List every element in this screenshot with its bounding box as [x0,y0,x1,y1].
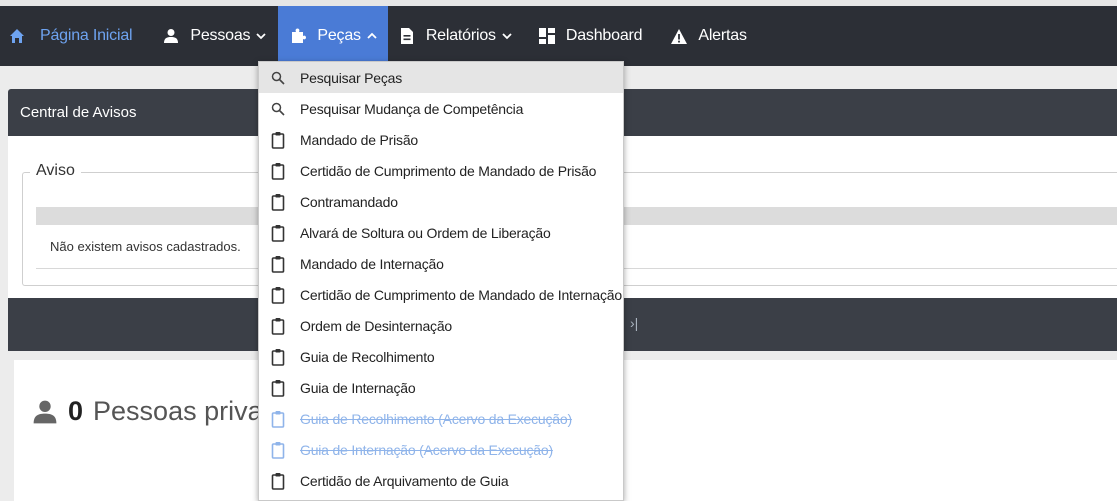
menu-item-label: Guia de Recolhimento [300,348,435,365]
empty-message: Não existem avisos cadastrados. [50,239,241,254]
menu-item-label: Certidão de Arquivamento de Guia [300,472,509,489]
clipboard-icon [269,286,287,304]
warning-icon [670,27,688,45]
dashboard-icon [538,27,556,45]
puzzle-icon [289,27,307,45]
pecas-dropdown-menu: Pesquisar Peças Pesquisar Mudança de Com… [258,61,624,501]
menu-item-ordem-desinternacao[interactable]: Ordem de Desinternação [259,310,623,341]
nav-home[interactable]: Página Inicial [0,6,140,66]
menu-item-pesquisar-pecas[interactable]: Pesquisar Peças [259,62,623,93]
clipboard-icon [269,131,287,149]
menu-item-certidao-arquivamento[interactable]: Certidão de Arquivamento de Guia [259,465,623,496]
home-icon [8,27,26,45]
main-navbar: Página Inicial Pessoas Peças Relatórios … [0,6,1117,66]
nav-home-label: Página Inicial [40,27,133,44]
clipboard-icon [269,193,287,211]
nav-pessoas[interactable]: Pessoas [154,6,274,66]
menu-item-guia-recolhimento-acervo: Guia de Recolhimento (Acervo da Execução… [259,403,623,434]
chevron-up-icon [367,32,377,40]
menu-item-pesquisar-mudanca[interactable]: Pesquisar Mudança de Competência [259,93,623,124]
menu-item-label: Guia de Internação (Acervo da Execução) [300,441,553,458]
menu-item-label: Pesquisar Mudança de Competência [300,100,524,117]
clipboard-icon [269,348,287,366]
menu-item-contramandado[interactable]: Contramandado [259,186,623,217]
aviso-legend: Aviso [30,162,81,180]
menu-item-label: Mandado de Internação [300,255,444,272]
stats-count: 0 [68,396,84,426]
document-icon [398,27,416,45]
menu-item-certidao-mandado-prisao[interactable]: Certidão de Cumprimento de Mandado de Pr… [259,155,623,186]
chevron-down-icon [502,32,512,40]
menu-item-guia-recolhimento[interactable]: Guia de Recolhimento [259,341,623,372]
search-icon [269,69,287,87]
nav-alertas-label: Alertas [698,27,747,44]
clipboard-icon [269,472,287,490]
menu-item-label: Guia de Recolhimento (Acervo da Execução… [300,410,572,427]
last-page-button[interactable]: ›| [630,315,638,331]
menu-item-label: Alvará de Soltura ou Ordem de Liberação [300,224,551,241]
chevron-down-icon [256,32,266,40]
nav-dashboard-label: Dashboard [565,27,643,44]
clipboard-icon [269,224,287,242]
menu-item-mandado-internacao[interactable]: Mandado de Internação [259,248,623,279]
nav-pecas-label: Peças [317,27,361,44]
menu-item-guia-internacao-acervo: Guia de Internação (Acervo da Execução) [259,434,623,465]
menu-item-guia-internacao[interactable]: Guia de Internação [259,372,623,403]
menu-item-label: Guia de Internação [300,379,416,396]
menu-item-certidao-mandado-internacao[interactable]: Certidão de Cumprimento de Mandado de In… [259,279,623,310]
menu-item-label: Certidão de Cumprimento de Mandado de In… [300,286,622,303]
nav-pecas[interactable]: Peças [278,6,388,66]
search-icon [269,100,287,118]
person-icon [32,399,58,425]
menu-item-label: Ordem de Desinternação [300,317,453,334]
clipboard-icon [269,379,287,397]
clipboard-icon [269,410,287,428]
nav-dashboard[interactable]: Dashboard [530,6,650,66]
clipboard-icon [269,162,287,180]
clipboard-icon [269,255,287,273]
nav-relatorios[interactable]: Relatórios [390,6,520,66]
clipboard-icon [269,317,287,335]
menu-item-label: Pesquisar Peças [300,69,403,86]
person-icon [162,27,180,45]
menu-item-alvara-soltura[interactable]: Alvará de Soltura ou Ordem de Liberação [259,217,623,248]
menu-item-mandado-prisao[interactable]: Mandado de Prisão [259,124,623,155]
nav-alertas[interactable]: Alertas [662,6,754,66]
nav-pessoas-label: Pessoas [190,27,251,44]
clipboard-icon [269,441,287,459]
menu-item-label: Certidão de Cumprimento de Mandado de Pr… [300,162,597,179]
nav-relatorios-label: Relatórios [425,27,496,44]
menu-item-label: Mandado de Prisão [300,131,419,148]
menu-item-label: Contramandado [300,193,398,210]
